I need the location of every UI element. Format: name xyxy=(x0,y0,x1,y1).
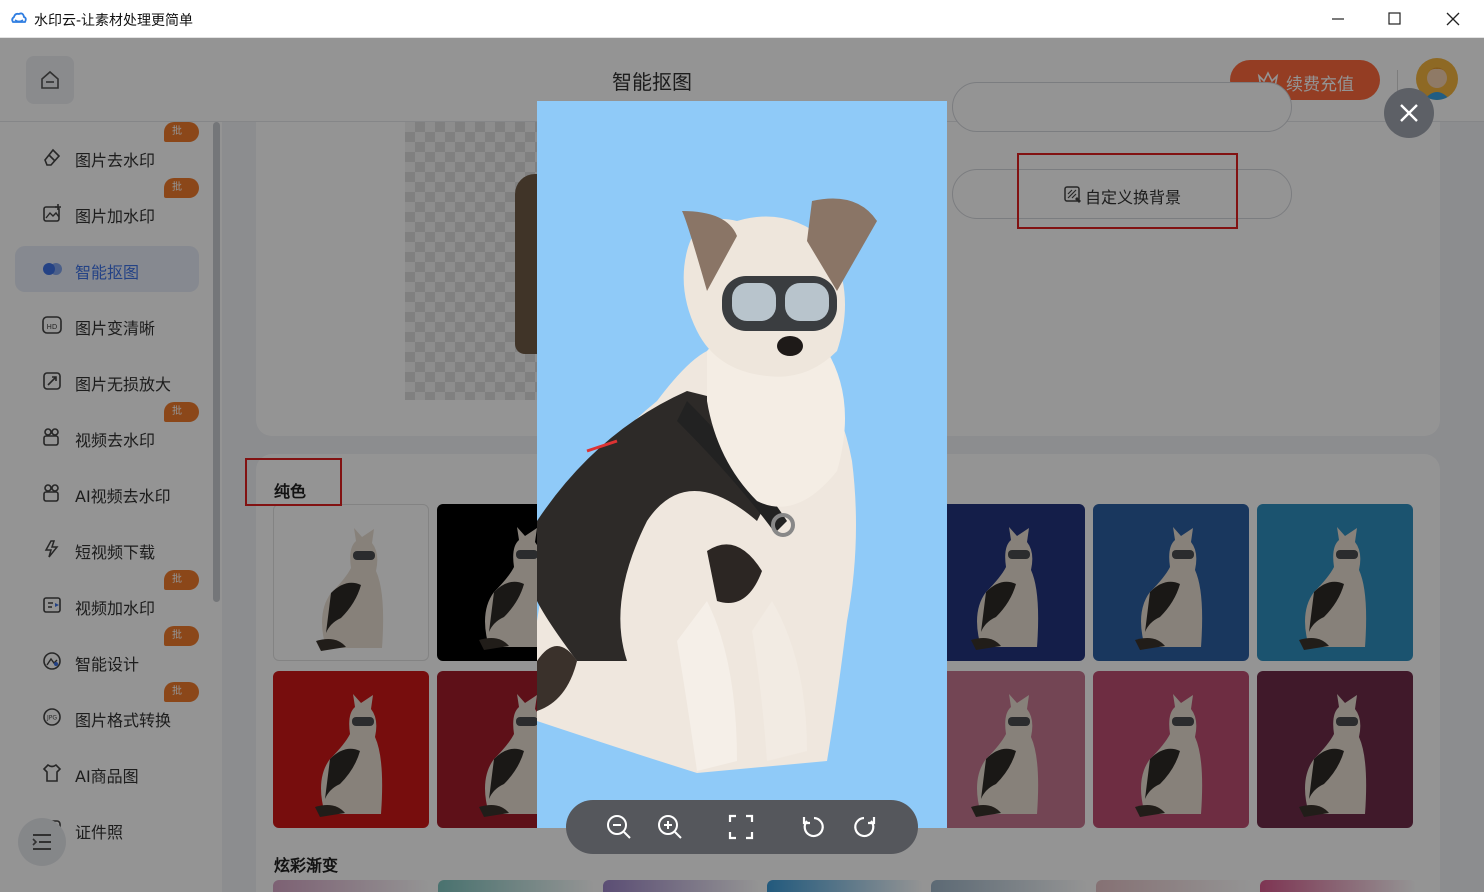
rotate-right-button[interactable] xyxy=(848,811,880,843)
rotate-right-icon xyxy=(854,816,876,838)
fit-screen-icon xyxy=(728,814,754,840)
rotate-left-button[interactable] xyxy=(798,811,830,843)
zoom-in-icon xyxy=(658,815,682,839)
minimize-icon xyxy=(1332,18,1344,20)
window-close-button[interactable] xyxy=(1440,6,1466,32)
app-logo-icon xyxy=(11,12,27,23)
close-icon xyxy=(1400,104,1418,122)
window-title: 水印云-让素材处理更简单 xyxy=(34,13,194,29)
zoom-out-icon xyxy=(607,815,631,839)
fit-screen-button[interactable] xyxy=(725,811,757,843)
zoom-out-button[interactable] xyxy=(603,811,635,843)
close-icon xyxy=(1446,12,1460,26)
maximize-icon xyxy=(1388,12,1401,25)
minimize-button[interactable] xyxy=(1325,6,1351,32)
title-bar: 水印云-让素材处理更简单 xyxy=(0,0,1484,38)
dog-cutout xyxy=(537,198,877,773)
close-preview-button[interactable] xyxy=(1384,88,1434,138)
maximize-button[interactable] xyxy=(1381,6,1407,32)
rotate-left-icon xyxy=(802,816,824,838)
preview-image xyxy=(537,101,947,828)
preview-toolbar xyxy=(566,800,918,854)
zoom-in-button[interactable] xyxy=(654,811,686,843)
